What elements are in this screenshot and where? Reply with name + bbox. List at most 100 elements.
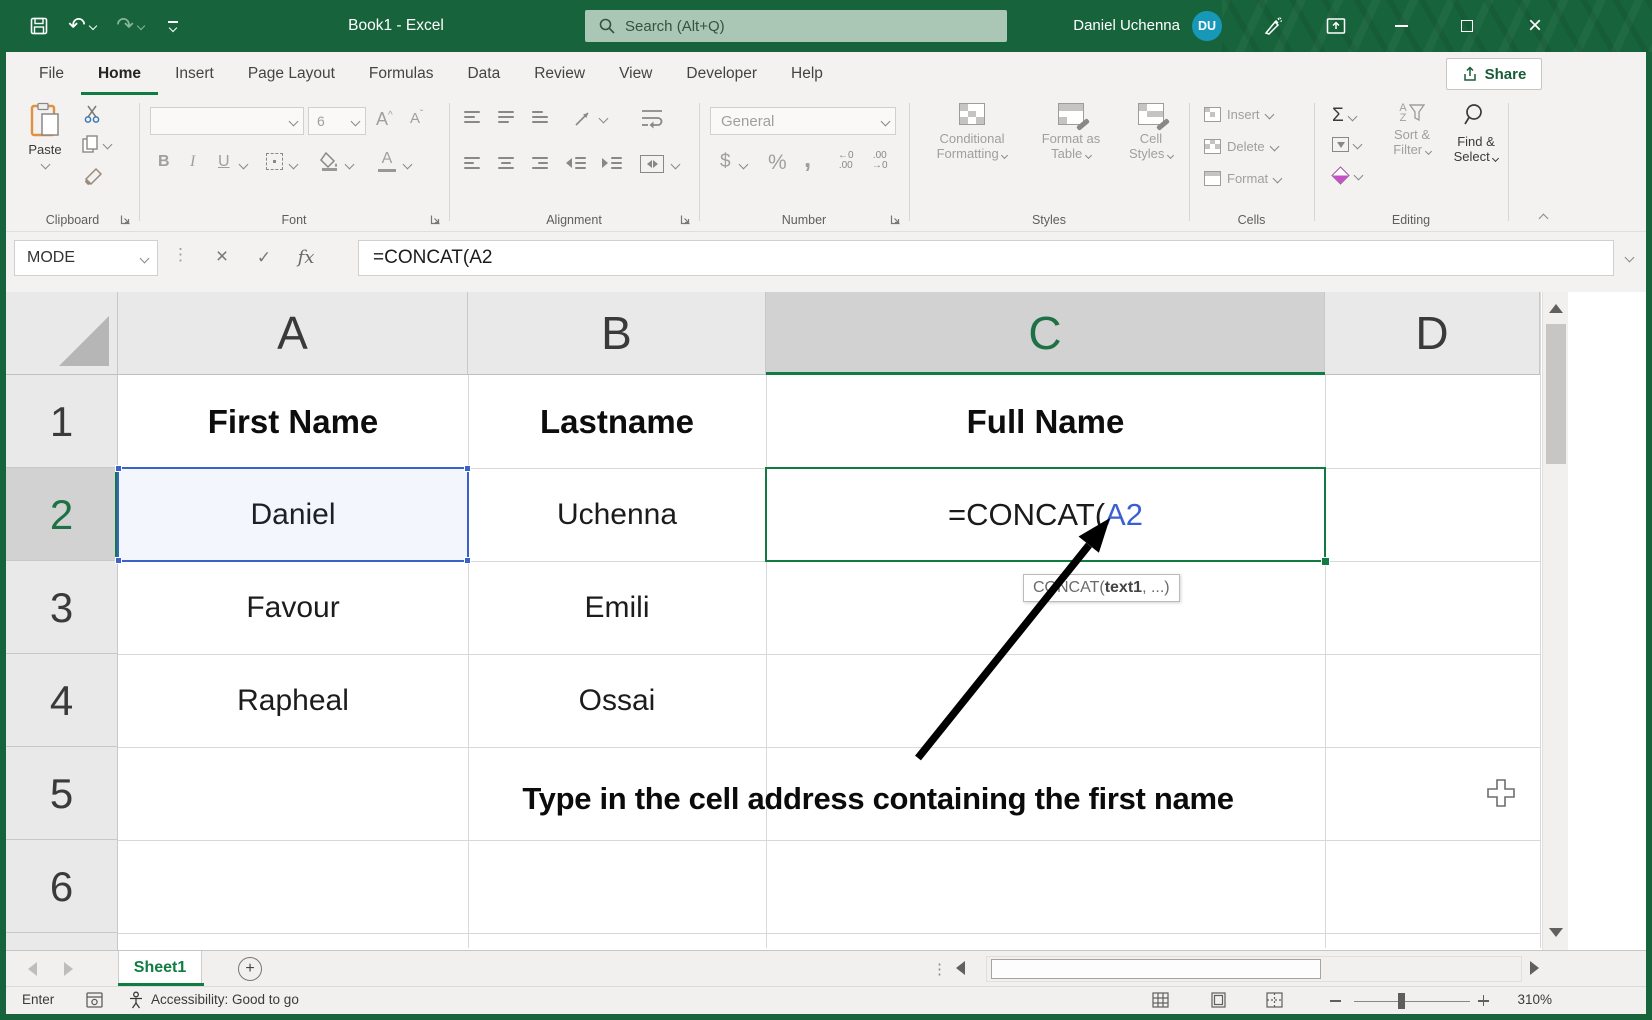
prev-sheet-button[interactable] [28, 962, 37, 981]
find-select-button[interactable]: Find & Select [1446, 103, 1506, 164]
cell-a1[interactable]: First Name [118, 375, 468, 468]
horizontal-scroll-thumb[interactable] [991, 959, 1321, 979]
increase-decimal-button[interactable]: ←0.00 [838, 151, 854, 171]
cell-a3[interactable]: Favour [118, 561, 468, 654]
row-header-2[interactable]: 2 [6, 468, 118, 561]
row-header-4[interactable]: 4 [6, 654, 118, 747]
alignment-dialog-launcher[interactable] [680, 212, 692, 224]
tab-file[interactable]: File [22, 52, 81, 95]
fill-color-dropdown-icon[interactable] [345, 160, 355, 170]
bottom-align-button[interactable] [532, 111, 548, 123]
orientation-button[interactable] [572, 107, 594, 134]
close-button[interactable]: × [1504, 0, 1566, 52]
align-left-button[interactable] [464, 157, 480, 169]
tab-formulas[interactable]: Formulas [352, 52, 451, 95]
font-dialog-launcher[interactable] [430, 212, 442, 224]
underline-button[interactable]: U [218, 153, 230, 171]
tab-data[interactable]: Data [450, 52, 517, 95]
redo-button[interactable]: ↷ [108, 10, 152, 42]
fill-handle[interactable] [1321, 557, 1330, 566]
tab-page-layout[interactable]: Page Layout [231, 52, 352, 95]
format-cells-button[interactable]: Format [1204, 171, 1281, 186]
search-box[interactable]: Search (Alt+Q) [585, 10, 1007, 42]
tab-review[interactable]: Review [517, 52, 602, 95]
hscroll-right-button[interactable] [1530, 961, 1539, 980]
decrease-indent-button[interactable] [566, 157, 586, 169]
decrease-decimal-button[interactable]: .00→0 [872, 151, 888, 171]
percent-style-button[interactable]: % [768, 151, 787, 175]
column-header-b[interactable]: B [468, 292, 766, 375]
fill-button[interactable] [1332, 137, 1361, 152]
cell-c1[interactable]: Full Name [766, 375, 1325, 468]
expand-formula-bar-icon[interactable] [1625, 253, 1635, 263]
italic-button[interactable]: I [190, 153, 195, 171]
font-color-button[interactable]: A [378, 150, 396, 172]
undo-button[interactable]: ↶ [60, 10, 104, 42]
insert-function-button[interactable]: fx [286, 240, 326, 276]
sheet-tab-sheet1[interactable]: Sheet1 [118, 951, 202, 986]
underline-dropdown-icon[interactable] [239, 160, 249, 170]
tab-scroll-splitter[interactable]: ⋮ [932, 960, 947, 978]
cut-button[interactable] [84, 105, 102, 128]
horizontal-scrollbar[interactable] [986, 956, 1522, 982]
format-as-table-button[interactable]: Format as Table [1028, 103, 1114, 161]
format-painter-button[interactable] [84, 167, 103, 190]
name-box[interactable]: MODE [14, 240, 158, 276]
maximize-button[interactable] [1438, 0, 1496, 52]
minimize-button[interactable] [1372, 0, 1430, 52]
top-align-button[interactable] [464, 111, 480, 123]
autosum-button[interactable]: Σ [1332, 105, 1356, 127]
cell-b2[interactable]: Uchenna [468, 468, 766, 561]
cell-b3[interactable]: Emili [468, 561, 766, 654]
tab-view[interactable]: View [602, 52, 669, 95]
row-header-7-partial[interactable] [6, 933, 118, 950]
conditional-formatting-button[interactable]: Conditional Formatting [922, 103, 1022, 161]
align-center-button[interactable] [498, 157, 514, 169]
delete-cells-button[interactable]: Delete [1204, 139, 1278, 154]
number-format-combo[interactable]: General [710, 107, 896, 135]
zoom-slider-track[interactable] [1354, 1001, 1470, 1003]
scroll-up-button[interactable] [1549, 300, 1563, 318]
row-header-1[interactable]: 1 [6, 375, 118, 468]
ribbon-display-options-button[interactable] [1316, 10, 1356, 42]
accounting-dropdown-icon[interactable] [739, 160, 749, 170]
tab-home[interactable]: Home [81, 52, 158, 95]
bold-button[interactable]: B [158, 153, 170, 171]
customize-quick-access-button[interactable] [158, 10, 188, 42]
vertical-scroll-thumb[interactable] [1546, 324, 1566, 464]
merge-center-button[interactable] [640, 155, 664, 173]
page-break-view-button[interactable] [1266, 992, 1283, 1011]
copy-button[interactable] [82, 135, 111, 154]
hscroll-left-button[interactable] [956, 961, 965, 980]
orientation-dropdown-icon[interactable] [599, 114, 609, 124]
font-name-combo[interactable] [150, 107, 304, 135]
save-button[interactable] [22, 10, 56, 42]
font-color-dropdown-icon[interactable] [403, 160, 413, 170]
column-header-c[interactable]: C [766, 292, 1325, 375]
avatar[interactable]: DU [1192, 11, 1222, 41]
user-name[interactable]: Daniel Uchenna [1032, 0, 1180, 52]
zoom-out-button[interactable] [1330, 1000, 1341, 1002]
new-sheet-button[interactable]: + [238, 957, 262, 981]
vertical-scrollbar[interactable] [1542, 292, 1568, 950]
formula-bar-grip[interactable]: ⋮ [172, 245, 189, 265]
column-header-d[interactable]: D [1325, 292, 1540, 375]
row-header-6[interactable]: 6 [6, 840, 118, 933]
grow-font-button[interactable]: A^ [376, 109, 393, 130]
zoom-slider-thumb[interactable] [1398, 993, 1405, 1009]
normal-view-button[interactable] [1152, 992, 1169, 1011]
insert-cells-button[interactable]: Insert [1204, 107, 1273, 122]
shrink-font-button[interactable]: Aˇ [410, 109, 423, 127]
number-dialog-launcher[interactable] [890, 212, 902, 224]
cell-b4[interactable]: Ossai [468, 654, 766, 747]
middle-align-button[interactable] [498, 111, 514, 123]
wrap-text-button[interactable] [640, 107, 664, 134]
font-size-combo[interactable]: 6 [308, 107, 366, 135]
share-button[interactable]: Share [1446, 58, 1542, 90]
collapse-ribbon-button[interactable] [1539, 214, 1549, 224]
accessibility-button[interactable] [128, 991, 144, 1012]
column-header-a[interactable]: A [118, 292, 468, 375]
select-all-button[interactable] [6, 292, 118, 375]
cell-a4[interactable]: Rapheal [118, 654, 468, 747]
paste-button[interactable]: Paste [16, 102, 74, 202]
